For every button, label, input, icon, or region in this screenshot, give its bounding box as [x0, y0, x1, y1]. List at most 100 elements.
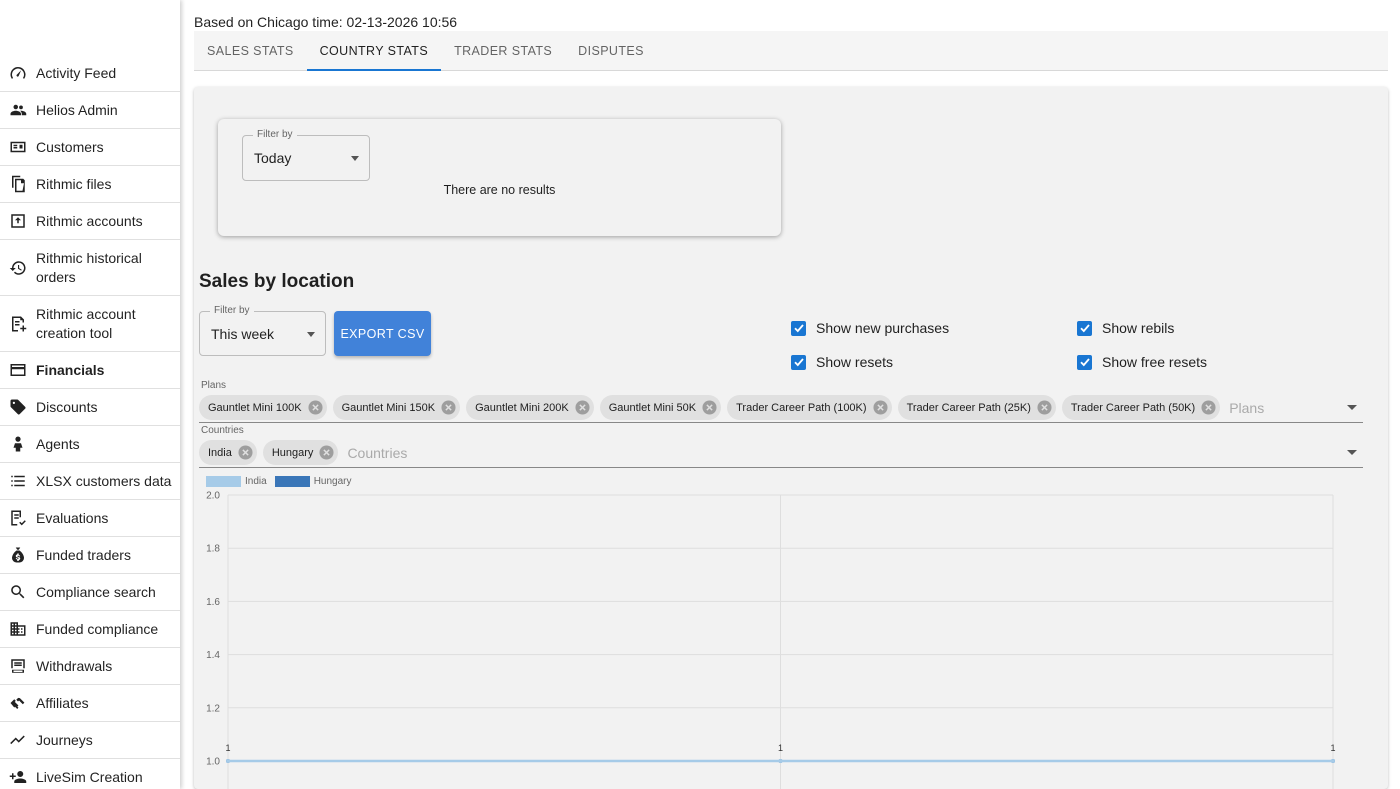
show-new-purchases-checkbox[interactable]: Show new purchases: [791, 320, 949, 336]
show-rebils-checkbox[interactable]: Show rebils: [1077, 320, 1174, 336]
sidebar-item-activity-feed[interactable]: Activity Feed: [0, 55, 180, 92]
data-point: [778, 759, 783, 763]
cancel-icon[interactable]: [308, 400, 323, 415]
cancel-icon[interactable]: [873, 400, 888, 415]
countries-label: Countries: [201, 425, 244, 436]
search-icon: [8, 582, 28, 602]
plans-autocomplete[interactable]: Gauntlet Mini 100K Gauntlet Mini 150K Gaun…: [199, 393, 1363, 423]
legend-swatch-india: [206, 476, 241, 487]
sidebar-item-label: Activity Feed: [36, 64, 117, 81]
chip: Gauntlet Mini 50K: [599, 395, 722, 420]
building-icon: [8, 619, 28, 639]
handshake-icon: [8, 693, 28, 713]
sidebar-item-rithmic-account-creation-tool[interactable]: Rithmic account creation tool: [0, 296, 180, 352]
chip-label: Trader Career Path (25K): [906, 401, 1031, 414]
show-resets-checkbox[interactable]: Show resets: [791, 354, 893, 370]
sidebar-item-agents[interactable]: Agents: [0, 426, 180, 463]
sidebar-item-label: Funded compliance: [36, 620, 159, 637]
sidebar-item-rithmic-historical-orders[interactable]: Rithmic historical orders: [0, 240, 180, 296]
main-content: Based on Chicago time: 02-13-2026 10:56 …: [194, 0, 1390, 789]
sidebar-item-financials[interactable]: Financials: [0, 352, 180, 389]
sidebar-item-funded-compliance[interactable]: Funded compliance: [0, 611, 180, 648]
stats-tabs: SALES STATS COUNTRY STATS TRADER STATS D…: [194, 31, 1388, 71]
sales-filter-label: Filter by: [210, 305, 254, 316]
checklist-icon: [8, 508, 28, 528]
tab-sales-stats[interactable]: SALES STATS: [194, 31, 307, 71]
legend-entry-india[interactable]: India: [206, 476, 267, 487]
countries-autocomplete[interactable]: India Hungary Countries: [199, 438, 1363, 468]
chevron-down-icon: [307, 332, 315, 337]
sidebar-item-livesim-creation[interactable]: LiveSim Creation: [0, 759, 180, 789]
chip: Trader Career Path (50K): [1061, 395, 1221, 420]
upload-box-icon: [8, 211, 28, 231]
sidebar-item-discounts[interactable]: Discounts: [0, 389, 180, 426]
sidebar-item-journeys[interactable]: Journeys: [0, 722, 180, 759]
countries-placeholder: Countries: [347, 444, 408, 461]
sidebar-item-customers[interactable]: Customers: [0, 129, 180, 166]
sidebar-item-label: Agents: [36, 435, 80, 452]
legend-entry-hungary[interactable]: Hungary: [274, 476, 352, 487]
sidebar-item-label: LiveSim Creation: [36, 768, 143, 785]
chip: Gauntlet Mini 200K: [466, 395, 594, 420]
note-add-icon: [8, 314, 28, 334]
sidebar: Activity Feed Helios Admin Customers Rithmi…: [0, 0, 180, 789]
history-icon: [8, 258, 28, 278]
sidebar-item-withdrawals[interactable]: Withdrawals: [0, 648, 180, 685]
sidebar-item-compliance-search[interactable]: Compliance search: [0, 574, 180, 611]
cancel-icon[interactable]: [238, 445, 253, 460]
tab-country-stats[interactable]: COUNTRY STATS: [306, 31, 442, 71]
sidebar-item-label: Funded traders: [36, 546, 131, 563]
tab-trader-stats[interactable]: TRADER STATS: [441, 31, 565, 71]
speedometer-icon: [8, 63, 28, 83]
chip: Hungary: [262, 440, 339, 465]
sidebar-item-rithmic-accounts[interactable]: Rithmic accounts: [0, 203, 180, 240]
chip: Gauntlet Mini 100K: [199, 395, 327, 420]
chart-legend: India Hungary: [206, 476, 360, 487]
y-tick-label: 1.2: [206, 703, 220, 714]
sidebar-item-rithmic-files[interactable]: Rithmic files: [0, 166, 180, 203]
chicago-time-text: Based on Chicago time: 02-13-2026 10:56: [194, 14, 458, 30]
cancel-icon[interactable]: [702, 400, 717, 415]
chip-label: Gauntlet Mini 150K: [341, 401, 436, 414]
plans-label: Plans: [201, 380, 227, 391]
y-tick-label: 1.0: [206, 757, 220, 768]
credit-card-icon: [8, 360, 28, 380]
chip: Gauntlet Mini 150K: [332, 395, 461, 420]
chip-label: India: [208, 446, 232, 459]
cancel-icon[interactable]: [1037, 400, 1052, 415]
cancel-icon[interactable]: [441, 400, 456, 415]
people-icon: [8, 100, 28, 120]
sidebar-item-evaluations[interactable]: Evaluations: [0, 500, 180, 537]
sales-line-chart: 1.0 1.2 1.4 1.6 1.8 2.0 1 1 1: [206, 491, 1336, 789]
sidebar-item-label: Financials: [36, 361, 105, 378]
sidebar-item-label: Discounts: [36, 398, 98, 415]
data-label: 1: [1330, 743, 1335, 753]
checkbox-checked-icon: [1077, 320, 1092, 336]
chip-label: Trader Career Path (100K): [736, 401, 867, 414]
summary-card: Filter by Today There are no results: [218, 119, 781, 236]
chevron-down-icon[interactable]: [1347, 405, 1357, 410]
show-free-resets-checkbox[interactable]: Show free resets: [1077, 354, 1207, 370]
y-tick-label: 1.8: [206, 544, 220, 555]
legend-label-hungary: Hungary: [313, 476, 352, 487]
summary-filter-value: Today: [254, 150, 292, 166]
sidebar-item-funded-traders[interactable]: Funded traders: [0, 537, 180, 574]
cancel-icon[interactable]: [319, 445, 334, 460]
sidebar-item-xlsx-customers-data[interactable]: XLSX customers data: [0, 463, 180, 500]
sidebar-item-affiliates[interactable]: Affiliates: [0, 685, 180, 722]
money-bag-icon: [8, 545, 28, 565]
tab-disputes[interactable]: DISPUTES: [565, 31, 657, 71]
chevron-down-icon[interactable]: [1347, 450, 1357, 455]
sidebar-item-helios-admin[interactable]: Helios Admin: [0, 92, 180, 129]
chip: India: [199, 440, 257, 465]
country-stats-panel: Filter by Today There are no results Sal…: [194, 87, 1388, 789]
chip-label: Gauntlet Mini 200K: [475, 401, 569, 414]
sales-filter-select[interactable]: Filter by This week: [199, 305, 326, 356]
chip-label: Gauntlet Mini 50K: [608, 401, 697, 414]
id-card-icon: [8, 137, 28, 157]
export-csv-button[interactable]: EXPORT CSV: [334, 311, 431, 356]
cancel-icon[interactable]: [575, 400, 590, 415]
cancel-icon[interactable]: [1201, 400, 1216, 415]
summary-filter-select[interactable]: Filter by Today: [242, 129, 370, 181]
tag-icon: [8, 397, 28, 417]
